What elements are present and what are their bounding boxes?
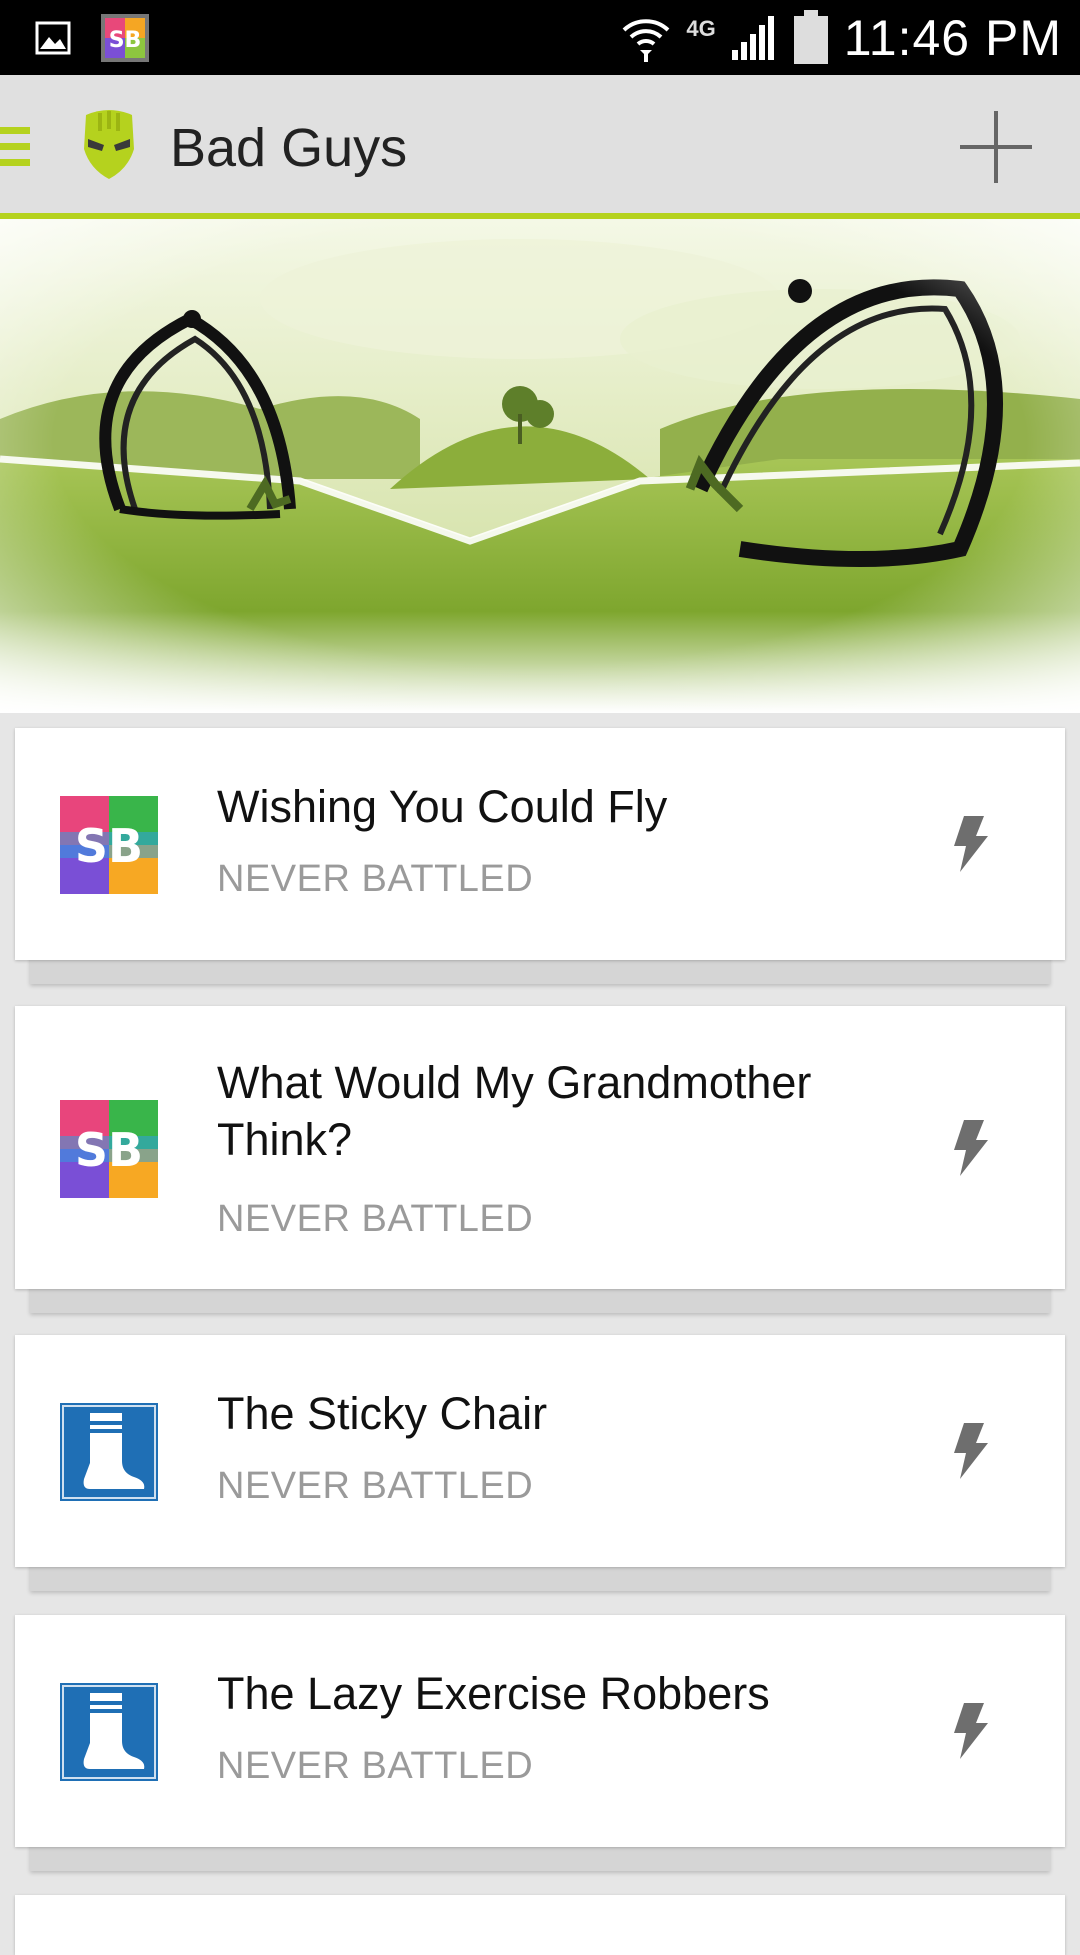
bad-guy-card[interactable]: SB Wishing You Could Fly NEVER BATTLED (15, 728, 1065, 960)
bad-guy-card[interactable]: SB What Would My Grandmother Think? NEVE… (15, 1006, 1065, 1289)
list-item[interactable]: SB Wishing You Could Fly NEVER BATTLED (15, 728, 1065, 984)
battle-status: NEVER BATTLED (217, 1745, 534, 1787)
battle-status: NEVER BATTLED (217, 858, 534, 900)
bad-guy-title: The Sticky Chair (217, 1388, 548, 1439)
status-clock: 11:46 PM (843, 9, 1062, 66)
hero-landscape-illustration (0, 219, 1080, 713)
sock-icon (60, 1403, 158, 1501)
app-title: Bad Guys (170, 118, 408, 178)
helmet-logo-icon[interactable] (78, 109, 140, 181)
list-item[interactable]: SB What Would My Grandmother Think? NEVE… (15, 1006, 1065, 1313)
bad-guy-title: What Would My Grandmother Think? (217, 1057, 812, 1165)
bad-guy-title: The Lazy Exercise Robbers (217, 1668, 770, 1719)
gallery-notification-icon (35, 21, 71, 55)
sb-logo-icon: SB (60, 796, 158, 894)
system-status-area: 4G 11:46 PM (620, 0, 1062, 75)
lightning-bolt-icon[interactable] (950, 1423, 990, 1479)
battery-icon (793, 9, 828, 64)
lightning-bolt-icon[interactable] (950, 1703, 990, 1759)
bad-guy-card[interactable]: The Sticky Chair NEVER BATTLED (15, 1335, 1065, 1567)
battle-status: NEVER BATTLED (217, 1198, 534, 1240)
bad-guy-card-partial[interactable] (15, 1895, 1065, 1955)
svg-text:SB: SB (109, 28, 142, 53)
drawer-menu-icon[interactable] (0, 127, 30, 167)
status-bar: SB 4G 11:46 PM (0, 0, 1080, 75)
svg-text:SB: SB (75, 819, 143, 873)
app-notification-icon: SB (101, 14, 149, 62)
network-type-label: 4G (686, 15, 716, 41)
notification-area: SB (35, 14, 149, 62)
list-item[interactable]: The Sticky Chair NEVER BATTLED (15, 1335, 1065, 1591)
hero-banner (0, 219, 1080, 713)
app-bar: Bad Guys (0, 75, 1080, 215)
sb-logo-icon: SB (60, 1100, 158, 1198)
sock-icon (60, 1683, 158, 1781)
lightning-bolt-icon[interactable] (950, 816, 990, 872)
battle-status: NEVER BATTLED (217, 1465, 534, 1507)
list-item[interactable]: The Lazy Exercise Robbers NEVER BATTLED (15, 1615, 1065, 1871)
svg-text:SB: SB (75, 1123, 143, 1177)
bad-guy-title: Wishing You Could Fly (217, 781, 668, 832)
bad-guy-card[interactable]: The Lazy Exercise Robbers NEVER BATTLED (15, 1615, 1065, 1847)
plus-icon[interactable] (958, 109, 1034, 185)
cellular-signal-icon (731, 15, 774, 60)
wifi-icon (622, 18, 670, 62)
lightning-bolt-icon[interactable] (950, 1120, 990, 1176)
